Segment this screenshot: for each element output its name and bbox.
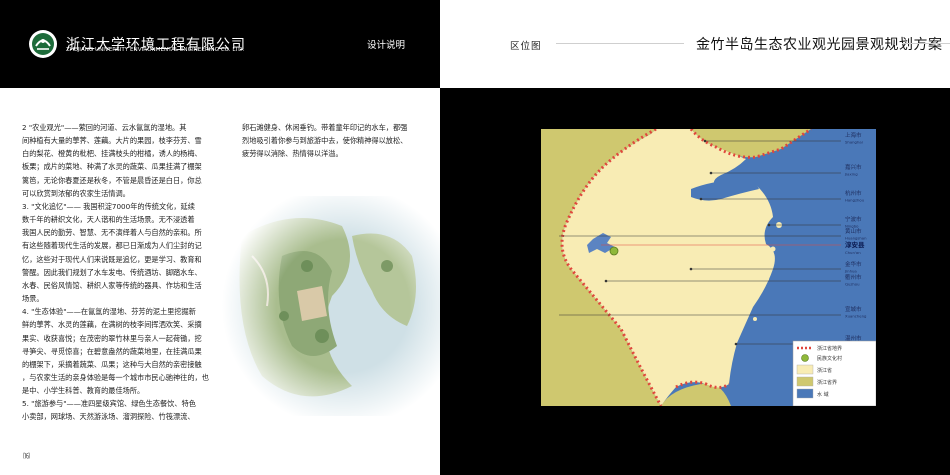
legend-dot-swatch [801,354,809,362]
city-label-en: Hangzhou [845,198,865,203]
right-page: 区位图 金竹半岛生态农业观光园景观规划方案 上海市 Shanghai 嘉兴市 J… [440,0,950,475]
plan-title: 金竹半岛生态农业观光园景观规划方案 [696,37,943,53]
location-map-svg: 上海市 Shanghai 嘉兴市 Jiaxing 杭州市 Hangzhou 宁波… [541,129,876,406]
map-section-label: 区位图 [510,41,542,52]
city-label-cn: 金华市 [845,260,862,268]
body-text-column-1: 2 "农业观光"——萦回的河道、云水氤氲的湿地。其 间种植有大量的荸荠、莲藕。大… [22,121,222,424]
legend-zhejiang-swatch [796,364,814,375]
company-logo-icon [29,30,57,58]
text-line: 忆，这些对于现代人们来说既是追忆，更是学习、教育和 [22,254,202,264]
city-label-cn: 上海市 [845,131,862,139]
city-label-en: Ningbo [845,224,859,229]
left-page: 浙江大学环境工程有限公司 ZHEJIANG UNIVERSITY ENVIRON… [0,0,442,475]
legend-label: 浙江省界 [817,379,837,386]
city-label-en: Shanghai [845,140,863,145]
section-label: 设计说明 [367,40,406,51]
header-divider [902,43,950,44]
island [770,246,776,252]
city-label-en: Xuancheng [845,314,867,319]
legend-outside-swatch [796,376,814,387]
location-map: 上海市 Shanghai 嘉兴市 Jiaxing 杭州市 Hangzhou 宁波… [541,129,876,406]
text-line: 警醒。因此我们规划了水车发电、传统酒坊、脚踏水车、 [22,267,202,277]
text-line: 可以欣赏到浓郁的农家生活情调。 [22,188,130,198]
right-header: 区位图 金竹半岛生态农业观光园景观规划方案 [440,0,950,88]
legend-water-swatch [796,388,814,399]
city-label-en: Chun'an [845,250,861,255]
island [753,317,757,321]
text-line: 鲜的荸荠、水灵的莲藕，在满树的枝李间挥洒欢笑、采摘 [22,320,202,330]
text-line: 间种植有大量的荸荠、莲藕。大片的果园，枝李芬芳、雪 [22,136,202,146]
text-line: 有这些随着现代生活的发展，都已日渐成为人们尘封的记 [22,241,202,251]
text-line: 烈地吸引着你参与到旅游中去，使你精神得以放松、 [242,136,408,146]
legend-label: 浙江省 [817,367,832,374]
city-label-en: Huangshan [845,236,867,241]
city-label-cn: 杭州市 [845,189,862,197]
legend-label: 浙江省地界 [817,345,842,352]
left-header: 浙江大学环境工程有限公司 ZHEJIANG UNIVERSITY ENVIRON… [0,0,440,88]
city-label-cn: 嘉兴市 [845,163,862,171]
city-label-cn: 宣城市 [845,305,862,313]
text-line: 数千年的耕织文化，天人谐和的生活场景。无不浸透着 [22,215,195,225]
text-line: 寻笋尖、寻觅惊喜；在碧意盎然的蔬菜地里，在挂满瓜果 [22,346,202,356]
text-line: 卵石滩健身、休闲垂钓。带着童年印记的水车，都强 [242,123,408,132]
map-legend: 浙江省地界 民族文化村 浙江省 浙江省界 水 域 [792,340,876,406]
text-line: 5. "旅游参与"——准四星级宾馆、绿色生态餐饮、特色 [22,399,196,409]
legend-label: 水 域 [817,391,829,398]
city-label-en: Jiaxing [844,172,858,177]
text-line: 篱笆，无论你春夏还是秋冬，不管是晨昏还是白日，你总 [22,175,202,185]
text-line: 疲劳得以消除、热情得以洋溢。 [242,149,343,159]
text-line: 是中、小学生科普、教育的最佳场所。 [22,386,145,396]
text-line: 板栗；成片的菜地、种满了水灵的蔬菜、瓜果挂满了棚架 [22,162,202,172]
island [765,277,769,281]
text-line: 果实、收获喜悦；在茂密的翠竹林里与亲人一起荷锄，挖 [22,333,202,343]
text-line: 小卖部，网球场、天然游泳场、溜洞探险、竹筏漂流、 [22,412,195,422]
page-number: ⒃ [23,452,30,460]
culture-village-marker [609,246,619,256]
city-label-en: Jinhua [844,269,857,274]
text-line: 我国人民的勤劳、智慧、无不演绎着人与自然的亲和。所 [22,228,202,238]
header-divider [556,43,684,44]
text-line: 2 "农业观光"——萦回的河道、云水氤氲的湿地。其 [22,123,187,132]
legend-label: 民族文化村 [817,355,842,362]
city-label-cn: 淳安县 [845,240,865,249]
text-line: 白的梨花、橙黄的枇杷、挂满枝头的柑橘，诱人的杨梅、 [22,149,202,159]
city-label-cn: 黄山市 [845,227,862,235]
text-line: 的棚架下，采摘着蔬菜、瓜果；这种与大自然的亲密接触 [22,359,202,369]
text-line: ，与农家生活的亲身体验是每一个城市市民心驰神往的，也 [22,372,209,382]
text-line: 4. "生态体验"——在氤氲的湿地、芬芳的泥土里挖掘新 [22,307,196,317]
city-label-en: Quzhou [845,282,860,287]
city-label-cn: 衢州市 [845,273,862,281]
text-line: 3. "文化追忆"—— 我国积淀7000年的传统文化，延续 [22,201,195,211]
text-line: 场景。 [22,294,44,304]
city-label-cn: 宁波市 [845,215,862,223]
aerial-view-image [222,196,442,416]
body-text-column-2: 卵石滩健身、休闲垂钓。带着童年印记的水车，都强 烈地吸引着你参与到旅游中去，使你… [242,121,412,160]
company-name-en: ZHEJIANG UNIVERSITY ENVIRONMENTAL ENGINE… [66,47,245,53]
text-line: 水春、民俗风情馆、耕织人家等传统的器具、作坊和生活 [22,280,202,290]
